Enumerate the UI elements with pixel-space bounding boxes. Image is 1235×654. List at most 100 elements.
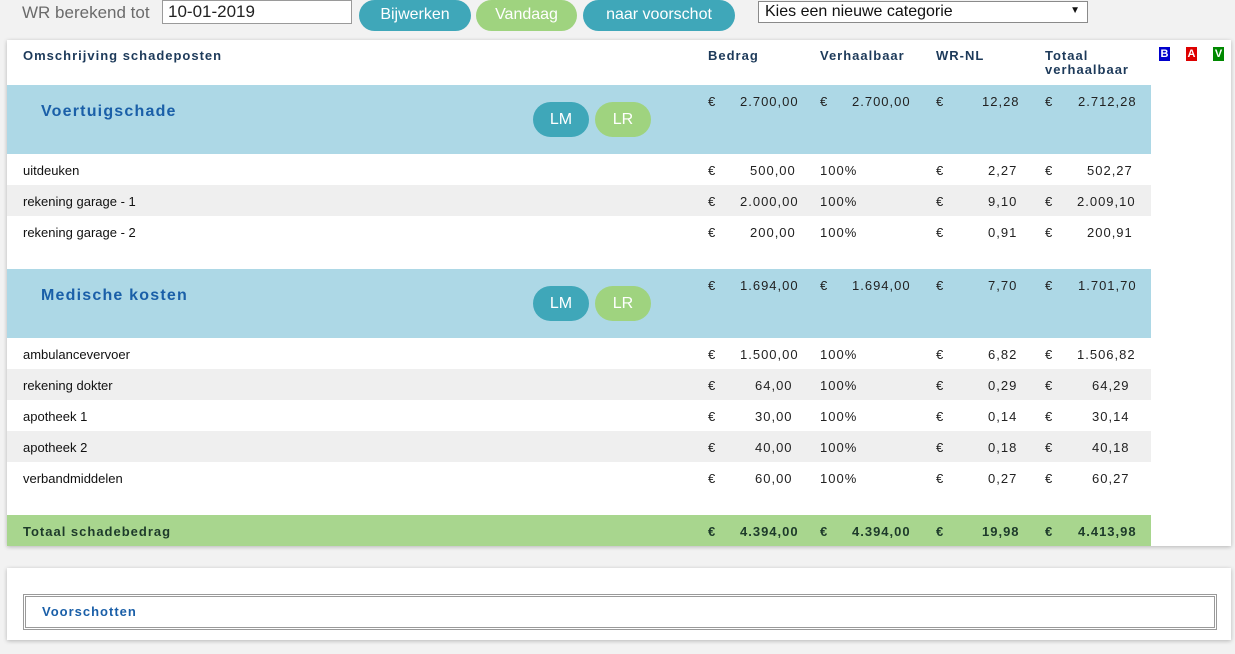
update-button[interactable]: Bijwerken [359,0,471,31]
header-total-line2: verhaalbaar [1045,62,1129,77]
currency-symbol: € [1045,163,1053,178]
item-amount: 40,00 [755,440,793,455]
item-percentage: 100% [820,347,858,362]
header-recoverable: Verhaalbaar [820,48,905,63]
item-wr-nl: 2,27 [988,163,1018,178]
currency-symbol: € [708,163,716,178]
currency-symbol: € [820,524,828,539]
item-amount: 60,00 [755,471,793,486]
header-wr-nl: WR-NL [936,48,985,63]
currency-symbol: € [1045,347,1053,362]
item-total: 40,18 [1092,440,1130,455]
item-percentage: 100% [820,225,858,240]
list-item[interactable]: uitdeuken € 500,00 100% € 2,27 € 502,27 [7,154,1151,185]
total-total: 4.413,98 [1078,524,1137,539]
item-percentage: 100% [820,378,858,393]
currency-symbol: € [820,94,828,109]
total-label: Totaal schadebedrag [23,524,172,539]
currency-symbol: € [1045,225,1053,240]
total-row: Totaal schadebedrag € 4.394,00 € 4.394,0… [7,515,1151,546]
list-item[interactable]: apotheek 2 € 40,00 100% € 0,18 € 40,18 [7,431,1151,462]
wr-date-label: WR berekend tot [22,3,150,22]
item-total: 200,91 [1087,225,1133,240]
currency-symbol: € [1045,194,1053,209]
category-row: Voertuigschade LM LR € 2.700,00 € 2.700,… [7,85,1151,154]
flag-v-icon[interactable]: V [1213,47,1224,61]
currency-symbol: € [1045,440,1053,455]
item-description: rekening garage - 2 [23,225,136,240]
currency-symbol: € [708,225,716,240]
item-total: 2.009,10 [1077,194,1136,209]
currency-symbol: € [936,163,944,178]
category-total: 2.712,28 [1078,94,1137,109]
item-description: apotheek 2 [23,440,88,455]
currency-symbol: € [936,194,944,209]
today-button[interactable]: Vandaag [476,0,577,31]
item-percentage: 100% [820,440,858,455]
category-row: Medische kosten LM LR € 1.694,00 € 1.694… [7,269,1151,338]
header-total-line1: Totaal [1045,48,1089,63]
item-description: uitdeuken [23,163,80,178]
list-item[interactable]: verbandmiddelen € 60,00 100% € 0,27 € 60… [7,462,1151,493]
item-wr-nl: 0,91 [988,225,1018,240]
currency-symbol: € [708,471,716,486]
advances-box[interactable]: Voorschotten [23,594,1217,630]
flag-b-icon[interactable]: B [1159,47,1170,61]
currency-symbol: € [708,347,716,362]
item-description: apotheek 1 [23,409,88,424]
currency-symbol: € [708,524,716,539]
category-select-value: Kies een nieuwe categorie [765,3,953,20]
advances-title[interactable]: Voorschotten [42,604,137,619]
list-item[interactable]: ambulancevervoer € 1.500,00 100% € 6,82 … [7,338,1151,369]
item-wr-nl: 0,18 [988,440,1018,455]
currency-symbol: € [936,347,944,362]
currency-symbol: € [1045,378,1053,393]
flag-a-icon[interactable]: A [1186,47,1197,61]
list-item[interactable]: rekening garage - 1 € 2.000,00 100% € 9,… [7,185,1151,216]
lm-button[interactable]: LM [533,286,589,321]
currency-symbol: € [708,94,716,109]
item-percentage: 100% [820,471,858,486]
category-recoverable: 2.700,00 [852,94,911,109]
item-wr-nl: 6,82 [988,347,1018,362]
item-percentage: 100% [820,194,858,209]
item-wr-nl: 0,14 [988,409,1018,424]
category-select[interactable]: Kies een nieuwe categorie ▼ [758,1,1088,23]
item-description: ambulancevervoer [23,347,130,362]
list-item[interactable]: apotheek 1 € 30,00 100% € 0,14 € 30,14 [7,400,1151,431]
category-wr-nl: 12,28 [982,94,1020,109]
item-amount: 64,00 [755,378,793,393]
item-total: 60,27 [1092,471,1130,486]
wr-date-input[interactable] [162,0,352,24]
category-recoverable: 1.694,00 [852,278,911,293]
category-wr-nl: 7,70 [988,278,1018,293]
header-amount: Bedrag [708,48,759,63]
currency-symbol: € [820,278,828,293]
category-title[interactable]: Medische kosten [41,287,188,305]
lr-button[interactable]: LR [595,102,651,137]
currency-symbol: € [936,471,944,486]
currency-symbol: € [708,378,716,393]
to-advance-button[interactable]: naar voorschot [583,0,735,31]
item-total: 502,27 [1087,163,1133,178]
item-total: 64,29 [1092,378,1130,393]
category-amount: 1.694,00 [740,278,799,293]
item-amount: 2.000,00 [740,194,799,209]
item-amount: 1.500,00 [740,347,799,362]
lr-button[interactable]: LR [595,286,651,321]
item-description: rekening dokter [23,378,113,393]
lm-button[interactable]: LM [533,102,589,137]
category-total: 1.701,70 [1078,278,1137,293]
list-item[interactable]: rekening dokter € 64,00 100% € 0,29 € 64… [7,369,1151,400]
currency-symbol: € [936,278,944,293]
currency-symbol: € [936,94,944,109]
category-title[interactable]: Voertuigschade [41,103,177,121]
dropdown-arrow-icon: ▼ [1070,5,1080,16]
item-wr-nl: 0,29 [988,378,1018,393]
currency-symbol: € [936,524,944,539]
total-recoverable: 4.394,00 [852,524,911,539]
item-percentage: 100% [820,163,858,178]
currency-symbol: € [1045,94,1053,109]
item-total: 1.506,82 [1077,347,1136,362]
list-item[interactable]: rekening garage - 2 € 200,00 100% € 0,91… [7,216,1151,247]
